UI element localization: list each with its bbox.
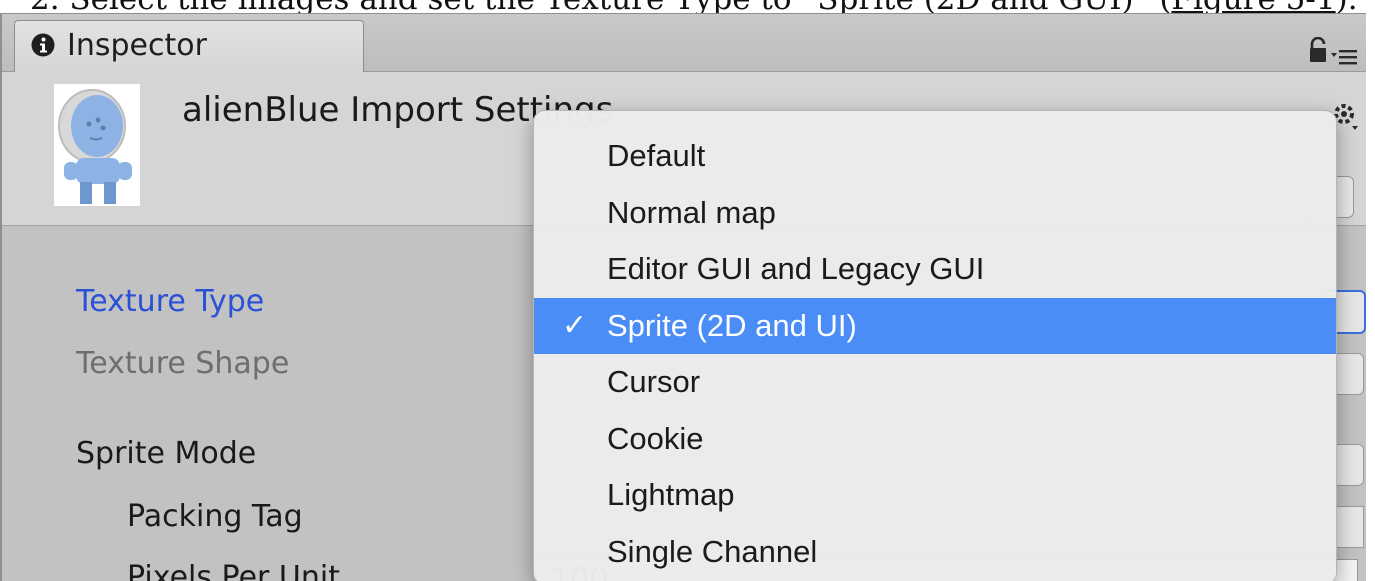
texture-type-menu: Default Normal map Editor GUI and Legacy… bbox=[533, 110, 1337, 581]
menu-item-lightmap[interactable]: Lightmap bbox=[534, 467, 1336, 524]
menu-item-label: Normal map bbox=[607, 194, 776, 230]
menu-item-normal-map[interactable]: Normal map bbox=[534, 185, 1336, 242]
asset-thumbnail bbox=[54, 84, 140, 206]
menu-item-single-channel[interactable]: Single Channel bbox=[534, 524, 1336, 581]
menu-item-label: Single Channel bbox=[607, 533, 818, 569]
menu-item-label: Lightmap bbox=[607, 477, 735, 512]
checkmark-icon: ✓ bbox=[562, 307, 588, 343]
menu-item-label: Editor GUI and Legacy GUI bbox=[607, 251, 985, 286]
label-texture-shape: Texture Shape bbox=[76, 346, 290, 381]
label-sprite-mode: Sprite Mode bbox=[76, 436, 257, 471]
tab-inspector[interactable]: Inspector bbox=[14, 20, 364, 72]
menu-item-label: Cursor bbox=[607, 364, 701, 399]
menu-item-label: Default bbox=[607, 138, 706, 173]
menu-item-default[interactable]: Default bbox=[534, 128, 1336, 185]
menu-item-cursor[interactable]: Cursor bbox=[534, 354, 1336, 411]
label-pixels-per-unit: Pixels Per Unit bbox=[127, 560, 340, 581]
inspector-window: Inspector alienBlue Import Settings Text… bbox=[0, 13, 1366, 581]
label-texture-type: Texture Type bbox=[76, 284, 265, 319]
tab-title: Inspector bbox=[67, 28, 207, 63]
menu-item-label: Sprite (2D and UI) bbox=[607, 307, 857, 343]
label-packing-tag: Packing Tag bbox=[127, 499, 303, 534]
menu-item-label: Cookie bbox=[607, 420, 704, 456]
menu-icon[interactable] bbox=[1331, 49, 1357, 65]
menu-item-cookie[interactable]: Cookie bbox=[534, 411, 1336, 468]
tab-bar: Inspector bbox=[2, 14, 1366, 72]
info-icon bbox=[31, 33, 55, 57]
lock-icon[interactable] bbox=[1309, 37, 1327, 63]
menu-item-editor-gui[interactable]: Editor GUI and Legacy GUI bbox=[534, 241, 1336, 298]
menu-item-sprite[interactable]: ✓ Sprite (2D and UI) bbox=[534, 297, 1336, 354]
